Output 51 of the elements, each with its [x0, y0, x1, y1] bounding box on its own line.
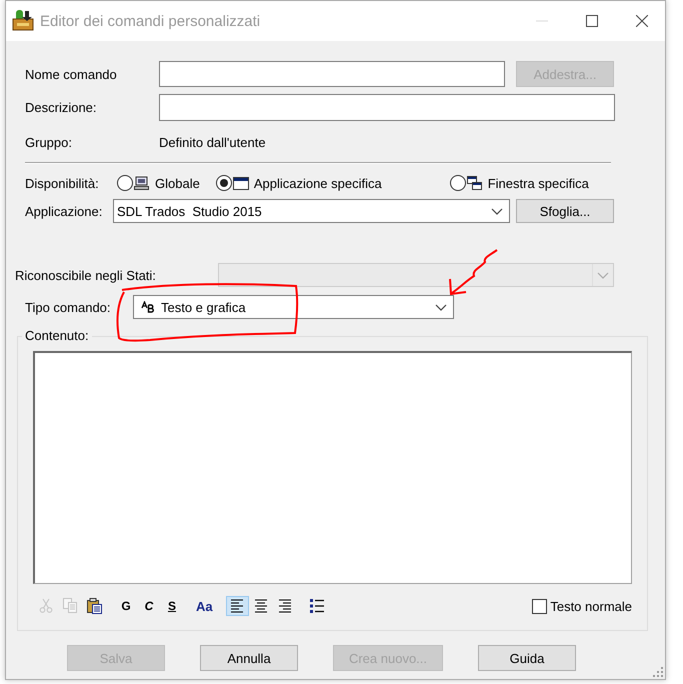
- dropdown-value: SDL Trados Studio 2015: [117, 204, 262, 218]
- scissors-icon: [39, 598, 54, 614]
- close-icon: [636, 15, 648, 27]
- radio-button[interactable]: [450, 175, 466, 191]
- application-dropdown[interactable]: SDL Trados Studio 2015: [113, 199, 510, 223]
- description-field[interactable]: [159, 94, 615, 121]
- chevron-down-icon: [435, 304, 447, 310]
- dialog-button[interactable]: Annulla: [200, 645, 298, 671]
- radio-button[interactable]: [117, 175, 133, 191]
- group-value: Definito dall'utente: [159, 135, 266, 150]
- arrow: [449, 249, 498, 296]
- field-label: Riconoscibile negli Stati:: [15, 268, 157, 282]
- chevron-down-icon: [491, 208, 503, 214]
- command-type-dropdown[interactable]: Testo e grafica: [133, 295, 454, 319]
- field-label: Disponibilità:: [25, 176, 100, 190]
- text-graphics-icon: [141, 301, 155, 313]
- checkbox-label: Testo normale: [550, 598, 632, 614]
- window-title: Editor dei comandi personalizzati: [40, 12, 260, 30]
- maximize-icon: [586, 15, 598, 27]
- align-right-icon: [278, 598, 293, 614]
- command-name-field[interactable]: [159, 61, 505, 87]
- radio-label: Finestra specifica: [488, 176, 589, 190]
- field-label: Nome comando: [25, 66, 118, 82]
- radio-button[interactable]: [216, 175, 232, 191]
- field-label: Tipo comando:: [25, 300, 112, 314]
- copy-icon: [63, 598, 78, 614]
- resize-grip-icon: [653, 667, 663, 677]
- computer-icon: [134, 176, 150, 190]
- window-icon: [232, 176, 249, 190]
- format-button[interactable]: G: [115, 596, 137, 616]
- format-button[interactable]: C: [138, 596, 160, 616]
- chevron-down-icon: [597, 272, 609, 278]
- format-button[interactable]: Aa: [192, 596, 217, 616]
- format-button[interactable]: S: [161, 596, 183, 616]
- field-label: Applicazione:: [25, 204, 104, 218]
- align-center-icon: [254, 598, 269, 614]
- app-icon: [12, 9, 34, 33]
- windows-icon: [466, 176, 483, 190]
- field-label: Gruppo:: [25, 135, 73, 150]
- dropdown-value: Testo e grafica: [161, 300, 246, 314]
- field-label: Descrizione:: [25, 100, 98, 115]
- dialog-button[interactable]: Guida: [478, 645, 576, 671]
- checkbox[interactable]: [532, 598, 548, 614]
- bullet-list-icon: [310, 598, 325, 614]
- clipboard-icon: [87, 598, 102, 614]
- align-left-button[interactable]: [226, 596, 249, 616]
- radio-label: Globale: [155, 176, 200, 190]
- group-label: Contenuto:: [22, 328, 92, 343]
- align-left-icon: [230, 598, 245, 614]
- radio-label: Applicazione specifica: [254, 176, 382, 190]
- browse-button[interactable]: Sfoglia...: [516, 199, 614, 223]
